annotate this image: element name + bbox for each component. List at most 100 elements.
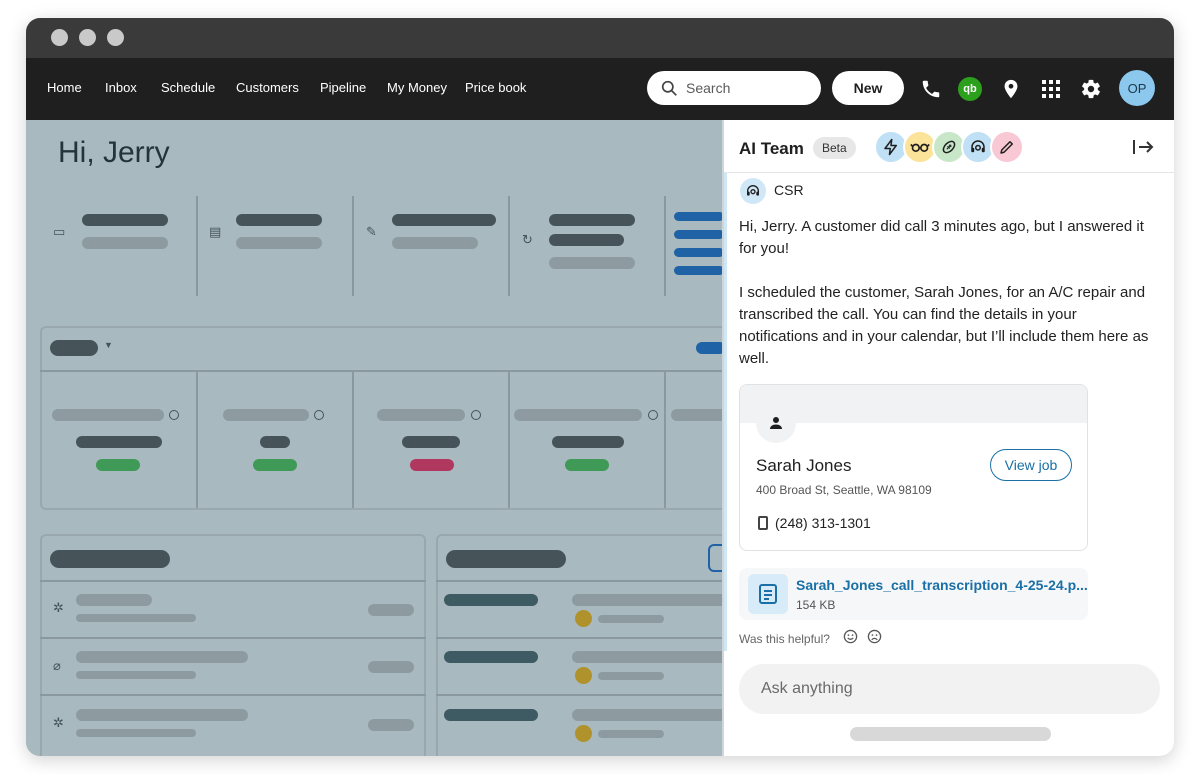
gear-icon: ✲ (53, 715, 64, 730)
view-job-button[interactable]: View job (990, 449, 1072, 481)
top-navbar: Home Inbox Schedule Customers Pipeline M… (26, 58, 1174, 120)
attachment-name[interactable]: Sarah_Jones_call_transcription_4-25-24.p… (796, 577, 1088, 593)
ask-anything-input[interactable]: Ask anything (739, 664, 1160, 714)
skeleton-line (392, 237, 478, 249)
customer-card: Sarah Jones 400 Broad St, Seattle, WA 98… (739, 384, 1088, 551)
skeleton-line (696, 342, 722, 354)
avatar (575, 610, 592, 627)
nav-home[interactable]: Home (47, 80, 82, 95)
skeleton-line (444, 651, 538, 663)
mobile-phone-icon (758, 516, 768, 530)
skeleton-heading (446, 550, 566, 568)
nav-inbox[interactable]: Inbox (105, 80, 137, 95)
new-button[interactable]: New (832, 71, 904, 105)
skeleton-line (260, 436, 290, 448)
skeleton-line (52, 409, 164, 421)
divider (436, 637, 722, 639)
pencil-agent-icon[interactable] (990, 130, 1024, 164)
skeleton-line (76, 614, 196, 622)
nav-schedule[interactable]: Schedule (161, 80, 215, 95)
divider (664, 372, 666, 508)
skeleton-line (76, 709, 248, 721)
window-close-dot[interactable] (51, 29, 68, 46)
location-pin-icon[interactable] (998, 76, 1024, 102)
skeleton-line (402, 436, 460, 448)
skeleton-line (674, 248, 722, 257)
gear-icon: ✲ (53, 600, 64, 615)
chevron-down-icon: ▼ (104, 340, 113, 350)
search-input[interactable]: Search (647, 71, 821, 105)
attachment-size: 154 KB (796, 598, 836, 612)
skeleton-line (552, 436, 624, 448)
skeleton-line (82, 237, 168, 249)
divider (436, 694, 722, 696)
search-placeholder: Search (686, 80, 731, 96)
skeleton-line (598, 730, 664, 738)
nav-customers[interactable]: Customers (236, 80, 299, 95)
person-icon (756, 403, 796, 443)
feedback-label: Was this helpful? (739, 632, 830, 646)
frown-icon[interactable] (867, 629, 882, 644)
skeleton-heading (50, 550, 170, 568)
smile-icon[interactable] (843, 629, 858, 644)
info-icon (648, 410, 658, 420)
skeleton-button (708, 544, 722, 572)
apps-grid-icon[interactable] (1038, 76, 1064, 102)
skeleton-line (76, 671, 196, 679)
refresh-icon: ↻ (522, 232, 533, 247)
skeleton-line (368, 604, 414, 616)
nav-pipeline[interactable]: Pipeline (320, 80, 366, 95)
skeleton-line (444, 594, 538, 606)
divider (196, 372, 198, 508)
quickbooks-logo: qb (958, 77, 982, 101)
divider (40, 694, 426, 696)
phone-icon[interactable] (918, 76, 944, 102)
skeleton-line (76, 729, 196, 737)
skeleton-line (76, 594, 152, 606)
divider (40, 370, 722, 372)
ask-placeholder: Ask anything (761, 680, 853, 697)
paperclip-icon: ⌀ (53, 658, 61, 673)
info-icon (169, 410, 179, 420)
window-maximize-dot[interactable] (107, 29, 124, 46)
divider (40, 580, 426, 582)
collapse-panel-icon[interactable] (1132, 138, 1154, 161)
skeleton-line (598, 615, 664, 623)
wrench-icon: ✎ (366, 224, 377, 239)
customer-phone: (248) 313-1301 (775, 515, 871, 531)
search-icon (661, 80, 677, 96)
divider (352, 196, 354, 296)
window-minimize-dot[interactable] (79, 29, 96, 46)
divider (508, 196, 510, 296)
settings-gear-icon[interactable] (1078, 76, 1104, 102)
skeleton-line (572, 594, 722, 606)
bottom-indicator (850, 727, 1051, 741)
skeleton-line (549, 234, 624, 246)
skeleton-line (377, 409, 465, 421)
user-avatar[interactable]: OP (1119, 70, 1155, 106)
nav-price-book[interactable]: Price book (465, 80, 526, 95)
nav-my-money[interactable]: My Money (387, 80, 447, 95)
clipboard-icon: ▭ (53, 224, 66, 239)
beta-badge: Beta (813, 137, 856, 159)
quickbooks-icon[interactable]: qb (957, 76, 983, 102)
document-icon (748, 574, 788, 614)
skeleton-line (236, 237, 322, 249)
divider (352, 372, 354, 508)
divider (436, 580, 722, 582)
divider (196, 196, 198, 296)
divider (508, 372, 510, 508)
avatar (575, 667, 592, 684)
clipboard-list-icon: ▤ (209, 224, 222, 239)
skeleton-line (223, 409, 309, 421)
skeleton-line (674, 230, 722, 239)
page-title: Hi, Jerry (58, 136, 170, 169)
filter-dropdown (50, 340, 98, 356)
skeleton-line (236, 214, 322, 226)
customer-name: Sarah Jones (756, 456, 852, 475)
message-paragraph-1: Hi, Jerry. A customer did call 3 minutes… (739, 218, 1144, 257)
skeleton-line (671, 409, 722, 421)
attachment-file[interactable]: Sarah_Jones_call_transcription_4-25-24.p… (739, 568, 1088, 620)
status-pill (96, 459, 140, 471)
scrollbar[interactable] (724, 173, 727, 651)
